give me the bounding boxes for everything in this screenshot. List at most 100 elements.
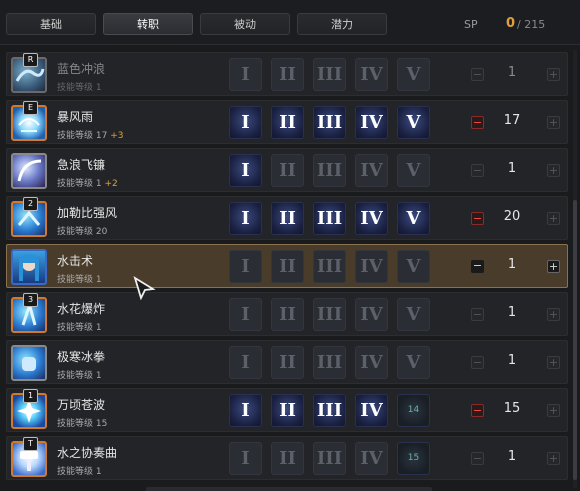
tier-5-button[interactable]: V <box>397 106 430 139</box>
tier-3-button[interactable]: III <box>313 442 346 475</box>
skill-row-water-concerto[interactable]: T 水之协奏曲 技能等级 1 I II III IV 15 − 1 + <box>6 436 568 480</box>
tier-5-button[interactable]: V <box>397 250 430 283</box>
tier-3-button[interactable]: III <box>313 154 346 187</box>
decrease-button[interactable]: − <box>471 260 484 273</box>
tab-passive[interactable]: 被动 <box>200 13 290 35</box>
tab-potential[interactable]: 潜力 <box>297 13 387 35</box>
decrease-button[interactable]: − <box>471 356 484 369</box>
skill-row-vast-wave[interactable]: 1 万顷苍波 技能等级 15 I II III IV 14 − 15 + <box>6 388 568 432</box>
tier-2-button[interactable]: II <box>271 58 304 91</box>
tier-2-button[interactable]: II <box>271 202 304 235</box>
tier-4-button[interactable]: IV <box>355 250 388 283</box>
increase-button[interactable]: + <box>547 308 560 321</box>
tier-4-button[interactable]: IV <box>355 154 388 187</box>
skill-name: 水击术 <box>57 254 94 268</box>
tab-basic[interactable]: 基础 <box>6 13 96 35</box>
tier-5-button[interactable]: V <box>397 154 430 187</box>
tier-4-button[interactable]: IV <box>355 106 388 139</box>
decrease-button[interactable]: − <box>471 212 484 225</box>
scrollbar-thumb[interactable] <box>573 200 577 480</box>
tier-4-button[interactable]: IV <box>355 394 388 427</box>
scythe-icon[interactable] <box>11 153 47 189</box>
storm-icon[interactable]: E <box>11 101 47 141</box>
gale-icon[interactable]: 2 <box>11 197 47 237</box>
tier-3-button[interactable]: III <box>313 346 346 379</box>
skill-level: 技能等级 1 +2 <box>57 179 118 189</box>
tier-1-button[interactable]: I <box>229 442 262 475</box>
water-concerto-icon[interactable]: T <box>11 437 47 477</box>
decrease-button[interactable]: − <box>471 68 484 81</box>
vast-wave-icon[interactable]: 1 <box>11 389 47 429</box>
sp-max: / 215 <box>517 18 546 31</box>
increase-button[interactable]: + <box>547 260 560 273</box>
tier-1-button[interactable]: I <box>229 346 262 379</box>
decrease-button[interactable]: − <box>471 452 484 465</box>
tier-1-button[interactable]: I <box>229 298 262 331</box>
tier-5-level-requirement[interactable]: 15 <box>397 442 430 475</box>
skill-points: 1 <box>507 449 517 464</box>
tier-1-button[interactable]: I <box>229 202 262 235</box>
tier-4-button[interactable]: IV <box>355 58 388 91</box>
increase-button[interactable]: + <box>547 212 560 225</box>
skill-row-splash-burst[interactable]: 3 水花爆炸 技能等级 1 I II III IV V − 1 + <box>6 292 568 336</box>
tier-2-button[interactable]: II <box>271 250 304 283</box>
increase-button[interactable]: + <box>547 116 560 129</box>
skill-row-scythe[interactable]: 急浪飞镰 技能等级 1 +2 I II III IV V − 1 + <box>6 148 568 192</box>
decrease-button[interactable]: − <box>471 404 484 417</box>
skill-row-storm[interactable]: E 暴风雨 技能等级 17 +3 I II III IV V − 17 + <box>6 100 568 144</box>
skill-name: 蓝色冲浪 <box>57 62 106 76</box>
increase-button[interactable]: + <box>547 404 560 417</box>
tier-1-button[interactable]: I <box>229 394 262 427</box>
tier-3-button[interactable]: III <box>313 298 346 331</box>
decrease-button[interactable]: − <box>471 164 484 177</box>
tier-3-button[interactable]: III <box>313 394 346 427</box>
tier-5-button[interactable]: V <box>397 58 430 91</box>
skill-level: 技能等级 1 <box>57 83 102 93</box>
character-portrait-icon[interactable] <box>11 249 47 285</box>
tier-4-button[interactable]: IV <box>355 202 388 235</box>
tier-5-button[interactable]: V <box>397 298 430 331</box>
tier-5-button[interactable]: V <box>397 202 430 235</box>
tier-4-button[interactable]: IV <box>355 346 388 379</box>
skill-row-water-strike[interactable]: 水击术 技能等级 1 I II III IV V − 1 + <box>6 244 568 288</box>
skill-name: 急浪飞镰 <box>57 158 106 172</box>
splash-icon[interactable]: 3 <box>11 293 47 333</box>
tier-2-button[interactable]: II <box>271 106 304 139</box>
tier-1-button[interactable]: I <box>229 58 262 91</box>
skill-row-frost-fist[interactable]: 极寒冰拳 技能等级 1 I II III IV V − 1 + <box>6 340 568 384</box>
wave-surf-icon[interactable]: R <box>11 53 47 93</box>
ice-fist-icon[interactable] <box>11 345 47 381</box>
increase-button[interactable]: + <box>547 164 560 177</box>
tier-2-button[interactable]: II <box>271 346 304 379</box>
tier-5-level-requirement[interactable]: 14 <box>397 394 430 427</box>
tier-4-button[interactable]: IV <box>355 442 388 475</box>
skill-name: 加勒比强风 <box>57 206 118 220</box>
tab-job-change[interactable]: 转职 <box>103 13 193 35</box>
increase-button[interactable]: + <box>547 68 560 81</box>
tier-1-button[interactable]: I <box>229 250 262 283</box>
skill-badge: E <box>23 101 38 115</box>
tier-4-button[interactable]: IV <box>355 298 388 331</box>
skill-row-blue-surf[interactable]: R 蓝色冲浪 技能等级 1 I II III IV V − 1 + <box>6 52 568 96</box>
decrease-button[interactable]: − <box>471 308 484 321</box>
tier-5-button[interactable]: V <box>397 346 430 379</box>
tier-3-button[interactable]: III <box>313 58 346 91</box>
decrease-button[interactable]: − <box>471 116 484 129</box>
skill-row-caribbean-gale[interactable]: 2 加勒比强风 技能等级 20 I II III IV V − 20 + <box>6 196 568 240</box>
tier-2-button[interactable]: II <box>271 442 304 475</box>
tier-2-button[interactable]: II <box>271 154 304 187</box>
tier-2-button[interactable]: II <box>271 298 304 331</box>
skill-level: 技能等级 1 <box>57 371 102 381</box>
increase-button[interactable]: + <box>547 452 560 465</box>
tier-3-button[interactable]: III <box>313 250 346 283</box>
increase-button[interactable]: + <box>547 356 560 369</box>
skill-name: 极寒冰拳 <box>57 350 106 364</box>
tier-1-button[interactable]: I <box>229 106 262 139</box>
skill-points: 1 <box>507 305 517 320</box>
header-divider <box>0 44 580 45</box>
tier-2-button[interactable]: II <box>271 394 304 427</box>
skill-level: 技能等级 1 <box>57 275 102 285</box>
tier-3-button[interactable]: III <box>313 106 346 139</box>
tier-1-button[interactable]: I <box>229 154 262 187</box>
tier-3-button[interactable]: III <box>313 202 346 235</box>
